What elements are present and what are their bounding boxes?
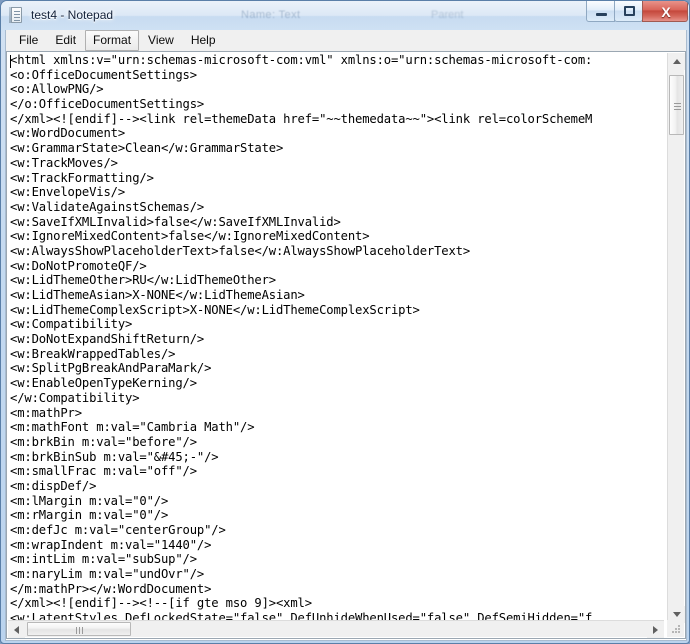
vertical-scrollbar[interactable] xyxy=(667,53,685,623)
editor-line: <w:TrackFormatting/> xyxy=(10,170,154,185)
editor-line: <w:AlwaysShowPlaceholderText>false</w:Al… xyxy=(10,243,470,258)
close-button[interactable]: X xyxy=(642,1,688,22)
text-editor[interactable]: <html xmlns:v="urn:schemas-microsoft-com… xyxy=(8,52,664,620)
editor-line: <m:wrapIndent m:val="1440"/> xyxy=(10,537,212,552)
scroll-right-arrow-icon xyxy=(653,625,658,634)
minimize-icon xyxy=(596,13,607,16)
horizontal-scrollbar-thumb[interactable] xyxy=(27,622,131,636)
title-ghost-artifact-2: Parent xyxy=(431,9,464,21)
editor-line: <w:EnvelopeVis/> xyxy=(10,185,125,200)
editor-line: </xml><![endif]--><!--[if gte mso 9]><xm… xyxy=(10,596,312,611)
horizontal-scrollbar[interactable] xyxy=(8,620,664,638)
editor-line: <m:lMargin m:val="0"/> xyxy=(10,493,169,508)
menu-item-file[interactable]: File xyxy=(11,30,46,51)
menu-item-view[interactable]: View xyxy=(140,30,182,51)
scroll-up-button[interactable] xyxy=(668,53,685,70)
editor-line: <w:LatentStyles DefLockedState="false" D… xyxy=(10,611,593,620)
editor-frame: <html xmlns:v="urn:schemas-microsoft-com… xyxy=(6,51,686,639)
editor-line: <w:IgnoreMixedContent>false</w:IgnoreMix… xyxy=(10,229,370,244)
editor-line: <m:smallFrac m:val="off"/> xyxy=(10,464,197,479)
scroll-down-arrow-icon xyxy=(672,612,681,617)
window-title: test4 - Notepad xyxy=(31,8,114,22)
notepad-window: test4 - Notepad Name: Text Parent X File… xyxy=(0,0,690,644)
editor-text-content: <html xmlns:v="urn:schemas-microsoft-com… xyxy=(10,53,592,620)
menu-item-edit[interactable]: Edit xyxy=(47,30,84,51)
close-icon: X xyxy=(661,3,671,20)
text-caret xyxy=(10,55,11,68)
menu-item-help[interactable]: Help xyxy=(183,30,224,51)
editor-line: </m:mathPr></w:WordDocument> xyxy=(10,581,212,596)
editor-line: <w:ValidateAgainstSchemas/> xyxy=(10,199,205,214)
editor-line: <html xmlns:v="urn:schemas-microsoft-com… xyxy=(10,53,593,67)
scroll-left-arrow-icon xyxy=(14,625,19,634)
editor-line: </w:Compatibility> xyxy=(10,390,140,405)
editor-line: <w:SaveIfXMLInvalid>false</w:SaveIfXMLIn… xyxy=(10,214,341,229)
editor-line: <w:LidThemeAsian>X-NONE</w:LidThemeAsian… xyxy=(10,288,305,302)
scroll-up-arrow-icon xyxy=(672,59,681,64)
minimize-button[interactable] xyxy=(586,1,615,22)
editor-line: <m:dispDef/> xyxy=(10,478,97,493)
editor-line: <w:GrammarState>Clean</w:GrammarState> xyxy=(10,141,284,156)
title-ghost-artifact: Name: Text xyxy=(241,9,301,21)
editor-line: <m:intLim m:val="subSup"/> xyxy=(10,552,197,567)
editor-line: <o:OfficeDocumentSettings> xyxy=(10,67,197,82)
maximize-button[interactable] xyxy=(614,1,643,22)
editor-line: <w:LidThemeComplexScript>X-NONE</w:LidTh… xyxy=(10,302,420,317)
client-area: <html xmlns:v="urn:schemas-microsoft-com… xyxy=(5,51,687,641)
menu-bar: File Edit Format View Help xyxy=(5,30,687,51)
maximize-icon xyxy=(624,6,635,16)
editor-line: <w:Compatibility> xyxy=(10,317,133,332)
editor-line: <m:naryLim m:val="undOvr"/> xyxy=(10,567,205,582)
editor-line: <m:defJc m:val="centerGroup"/> xyxy=(10,523,226,537)
editor-line: <m:brkBin m:val="before"/> xyxy=(10,434,197,449)
editor-line: <m:rMargin m:val="0"/> xyxy=(10,508,169,523)
editor-line: <w:TrackMoves/> xyxy=(10,155,118,170)
editor-line: <w:SplitPgBreakAndParaMark/> xyxy=(10,361,212,376)
title-bar-left: test4 - Notepad xyxy=(8,5,113,25)
editor-line: </xml><![endif]--><link rel=themeData hr… xyxy=(10,111,593,126)
resize-gripper[interactable] xyxy=(670,623,683,636)
window-controls: X xyxy=(586,1,688,22)
vertical-scrollbar-thumb[interactable] xyxy=(669,75,684,135)
editor-line: <w:WordDocument> xyxy=(10,126,125,141)
editor-line: <w:LidThemeOther>RU</w:LidThemeOther> xyxy=(10,273,276,288)
editor-line: </o:OfficeDocumentSettings> xyxy=(10,97,205,112)
editor-line: <w:DoNotPromoteQF/> xyxy=(10,258,147,273)
notepad-icon xyxy=(8,6,24,24)
editor-line: <w:EnableOpenTypeKerning/> xyxy=(10,376,197,391)
menu-item-format[interactable]: Format xyxy=(85,30,140,51)
scroll-left-button[interactable] xyxy=(8,621,25,638)
editor-line: <m:brkBinSub m:val="&#45;-"/> xyxy=(10,449,219,464)
editor-line: <m:mathFont m:val="Cambria Math"/> xyxy=(10,420,255,435)
editor-line: <m:mathPr> xyxy=(10,405,82,420)
title-bar[interactable]: test4 - Notepad Name: Text Parent X xyxy=(1,1,689,31)
editor-line: <w:DoNotExpandShiftReturn/> xyxy=(10,332,205,347)
scroll-right-button[interactable] xyxy=(647,621,664,638)
editor-line: <o:AllowPNG/> xyxy=(10,82,104,97)
editor-line: <w:BreakWrappedTables/> xyxy=(10,346,176,361)
